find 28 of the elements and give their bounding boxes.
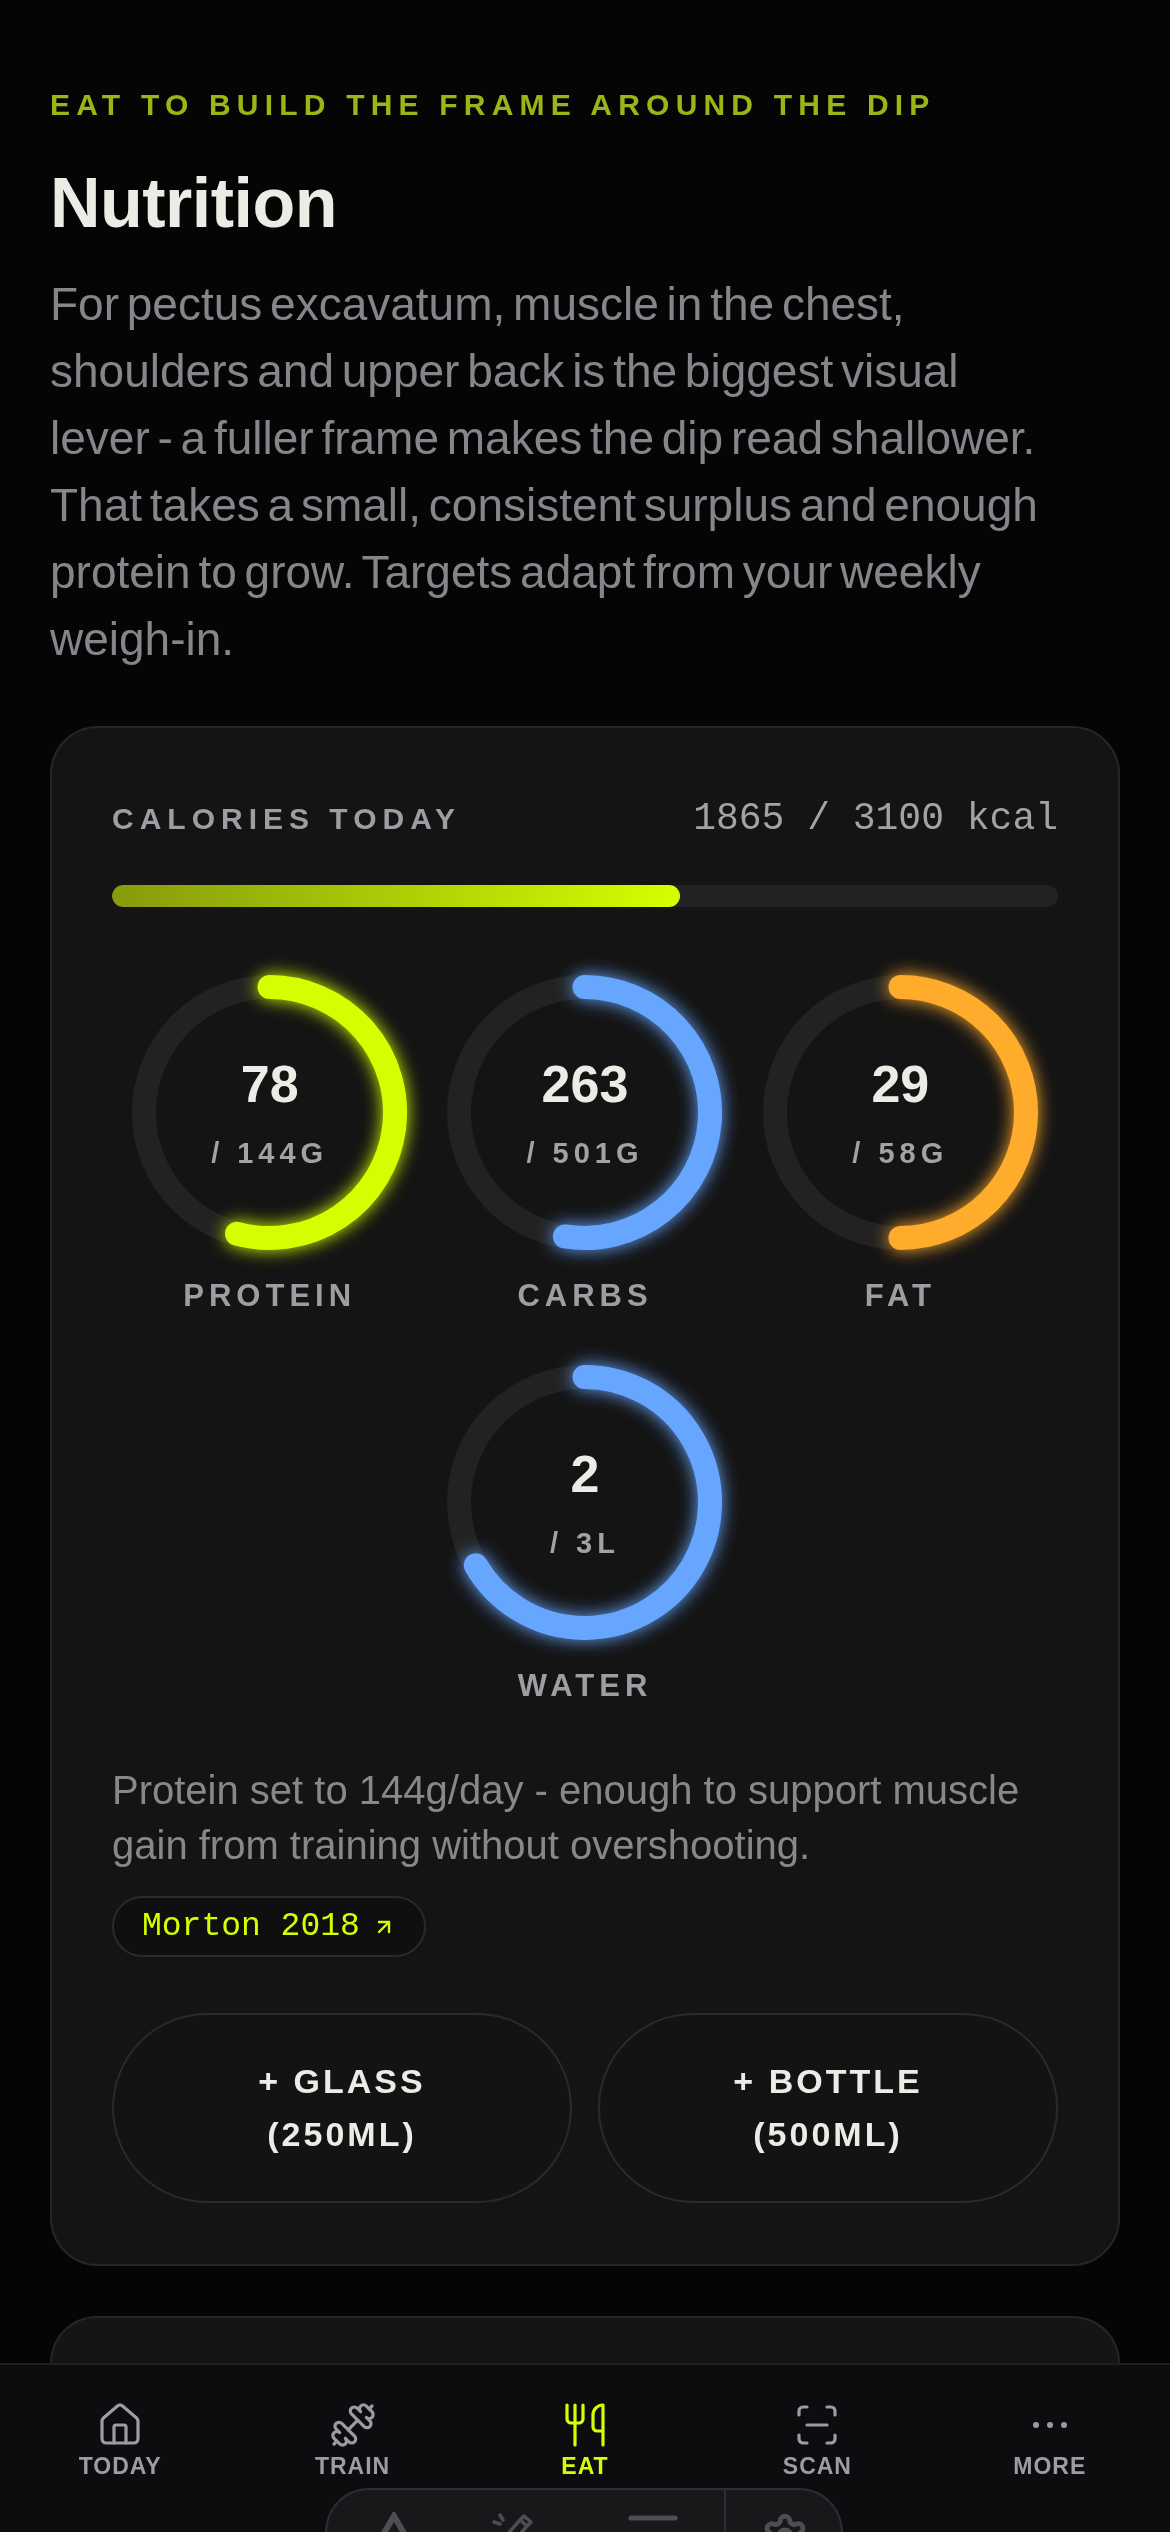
gauge-label: WATER (517, 1668, 653, 1704)
calories-label: CALORIES TODAY (112, 801, 462, 837)
nav-tab[interactable]: MORE (1013, 2401, 1087, 2479)
intro-paragraph: For pectus excavatum, muscle in the chest, shoulders and upper back is the biggest visual lever - a fuller frame makes the dip read shallower. That takes a small, consistent surplus and enough protein to grow. Targets adapt from your weekly weigh-in. (50, 277, 1039, 667)
add-water-button[interactable]: + GLASS (250ML) (112, 2013, 572, 2203)
gauge-value: 29 (871, 1055, 930, 1112)
protein-note: Protein set to 144g/day - enough to support muscle gain from training without overshooting. (112, 1767, 1021, 1869)
gauge-label: PROTEIN (183, 1278, 357, 1314)
gauge-value: 78 (240, 1055, 299, 1112)
citation-link[interactable]: Morton 2018 (112, 1896, 426, 1957)
eyebrow-text: EAT TO BUILD THE FRAME AROUND THE DIP (50, 87, 937, 123)
page-title: Nutrition (50, 163, 339, 243)
nav-tab[interactable]: SCAN (782, 2401, 852, 2479)
dumbbell-icon (328, 2401, 377, 2449)
gauge-label: FAT (864, 1278, 936, 1314)
gauge-target: / 144G (211, 1135, 329, 1170)
gauge-label: CARBS (517, 1278, 653, 1314)
gauge-target: / 3L (550, 1525, 620, 1560)
more-icon (1032, 2422, 1067, 2428)
gauge-value: 2 (570, 1445, 600, 1502)
nav-tab[interactable]: TRAIN (314, 2401, 391, 2479)
gauge-value: 263 (541, 1055, 629, 1112)
nav-tab[interactable]: EAT (561, 2401, 609, 2479)
calories-reading: 1865 / 3100 kcal (693, 801, 1058, 837)
gauge-target: / 501G (526, 1135, 644, 1170)
nav-tab[interactable]: TODAY (78, 2401, 162, 2479)
gauge-target: / 58G (852, 1135, 949, 1170)
add-water-button[interactable]: + BOTTLE (500ML) (598, 2013, 1058, 2203)
